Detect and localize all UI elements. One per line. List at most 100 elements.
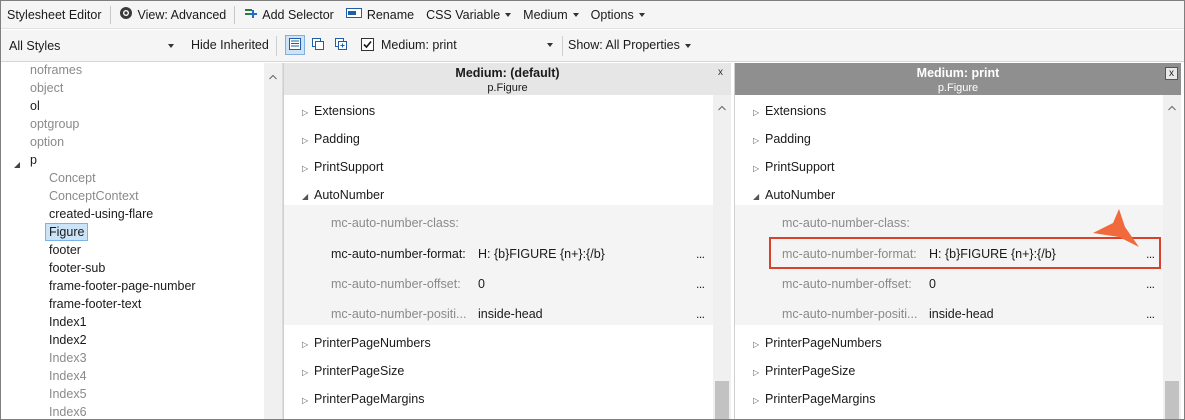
category-row-expanded[interactable]: ◢ AutoNumber: [753, 185, 835, 205]
property-value[interactable]: inside-head: [478, 304, 543, 324]
tree-scrollbar[interactable]: [264, 63, 282, 419]
category-row[interactable]: ▷ PrintSupport: [302, 157, 383, 177]
panel-header: Medium: (default) p.Figure x: [284, 63, 731, 95]
scrollbar-thumb[interactable]: [1165, 381, 1179, 419]
options-menu[interactable]: Options: [585, 1, 651, 29]
tree-item[interactable]: Index6: [49, 403, 87, 419]
tree-item[interactable]: p: [30, 151, 37, 169]
panel-header: Medium: print p.Figure x: [735, 63, 1181, 95]
close-panel-button[interactable]: x: [714, 67, 727, 80]
expanded-arrow-icon[interactable]: [13, 158, 21, 172]
medium-menu[interactable]: Medium: [517, 1, 584, 29]
panel-scrollbar[interactable]: [1163, 95, 1181, 419]
chevron-down-icon: [168, 44, 174, 48]
property-name: mc-auto-number-class:: [782, 216, 910, 230]
chevron-down-icon: [638, 13, 645, 17]
hide-inherited-button[interactable]: Hide Inherited: [191, 38, 269, 52]
tree-item[interactable]: noframes: [30, 63, 82, 79]
category-row[interactable]: ▷ Padding: [753, 129, 811, 149]
tree-item[interactable]: ol: [30, 97, 40, 115]
single-panel-view-button[interactable]: [285, 35, 305, 55]
tree-item[interactable]: option: [30, 133, 64, 151]
property-name: mc-auto-number-offset:: [782, 277, 912, 291]
tree-item[interactable]: frame-footer-text: [49, 295, 141, 313]
category-row-expanded[interactable]: ◢ AutoNumber: [302, 185, 384, 205]
add-selector-icon: [243, 6, 258, 23]
tree-item[interactable]: Index1: [49, 313, 87, 331]
scroll-up-icon[interactable]: [1168, 100, 1176, 114]
category-label: AutoNumber: [765, 188, 836, 202]
rename-button[interactable]: Rename: [340, 1, 420, 29]
collapsed-arrow-icon: ▷: [302, 108, 309, 117]
property-edit-button[interactable]: ...: [1146, 274, 1155, 294]
collapsed-arrow-icon: ▷: [302, 368, 309, 377]
chevron-down-icon: [684, 43, 691, 48]
toolbar-separator: [562, 36, 563, 56]
category-row[interactable]: ▷ PrinterPageSize: [753, 361, 855, 381]
category-row[interactable]: ▷ PrinterPageNumbers: [753, 333, 882, 353]
category-row[interactable]: ▷ Extensions: [302, 101, 375, 121]
tree-item[interactable]: object: [30, 79, 63, 97]
show-properties-menu[interactable]: Show: All Properties: [568, 38, 691, 52]
collapsed-arrow-icon: ▷: [302, 396, 309, 405]
property-value[interactable]: inside-head: [929, 304, 994, 324]
panel-scrollbar[interactable]: [713, 95, 731, 419]
property-name: mc-auto-number-positi...: [782, 307, 918, 321]
category-label: PrinterPageSize: [314, 364, 405, 378]
tree-item[interactable]: footer: [49, 241, 81, 259]
tree-item[interactable]: Figure: [45, 223, 89, 241]
property-edit-button[interactable]: ...: [696, 274, 705, 294]
add-panel-button[interactable]: [331, 35, 351, 55]
category-row[interactable]: ▷ Padding: [302, 129, 360, 149]
scrollbar-thumb[interactable]: [715, 381, 729, 419]
scroll-up-icon[interactable]: [269, 69, 277, 83]
category-label: PrintSupport: [765, 160, 835, 174]
tree-item[interactable]: frame-footer-page-number: [49, 277, 196, 295]
property-value[interactable]: 0: [929, 274, 936, 294]
scroll-up-icon[interactable]: [718, 100, 726, 114]
property-value[interactable]: H: {b}FIGURE {n+}:{/b}: [478, 244, 605, 264]
compare-panels-button[interactable]: [308, 35, 328, 55]
collapsed-arrow-icon: ▷: [302, 340, 309, 349]
property-name: mc-auto-number-format:: [331, 247, 466, 261]
property-edit-button[interactable]: ...: [696, 304, 705, 324]
panel-selector: p.Figure: [487, 82, 528, 94]
properties-list: ▷ Extensions ▷ Padding ▷ PrintSupport ◢ AutoNum…: [284, 95, 731, 419]
collapsed-arrow-icon: ▷: [753, 108, 760, 117]
property-edit-button[interactable]: ...: [1146, 304, 1155, 324]
tree-item[interactable]: ConceptContext: [49, 187, 139, 205]
category-label: AutoNumber: [314, 188, 385, 202]
property-edit-button[interactable]: ...: [696, 244, 705, 264]
property-value[interactable]: 0: [478, 274, 485, 294]
tree-item[interactable]: Index2: [49, 331, 87, 349]
close-panel-button[interactable]: x: [1165, 67, 1178, 80]
add-selector-button[interactable]: Add Selector: [237, 1, 340, 29]
property-name: mc-auto-number-class:: [331, 216, 459, 230]
css-variable-label: CSS Variable: [426, 7, 501, 22]
selector-tree[interactable]: noframes object ol optgroup option p Concept Co…: [1, 63, 283, 419]
collapsed-arrow-icon: ▷: [302, 136, 309, 145]
tree-item[interactable]: optgroup: [30, 115, 79, 133]
options-label: Options: [590, 7, 634, 22]
tree-item[interactable]: created-using-flare: [49, 205, 153, 223]
category-row[interactable]: ▷ Extensions: [753, 101, 826, 121]
styles-filter-value: All Styles: [9, 38, 61, 53]
category-row[interactable]: ▷ PrinterPageMargins: [302, 389, 424, 409]
rename-icon: [345, 7, 362, 22]
view-advanced-button[interactable]: View: Advanced: [113, 1, 233, 29]
tree-item[interactable]: footer-sub: [49, 259, 105, 277]
view-advanced-label: View: Advanced: [137, 7, 227, 22]
category-row[interactable]: ▷ PrintSupport: [753, 157, 834, 177]
css-variable-menu[interactable]: CSS Variable: [420, 1, 517, 29]
category-row[interactable]: ▷ PrinterPageSize: [302, 361, 404, 381]
tree-item[interactable]: Index5: [49, 385, 87, 403]
category-label: PrinterPageSize: [765, 364, 856, 378]
category-row[interactable]: ▷ PrinterPageMargins: [753, 389, 875, 409]
styles-filter-select[interactable]: All Styles: [4, 36, 180, 55]
category-row[interactable]: ▷ PrinterPageNumbers: [302, 333, 431, 353]
medium-checkbox[interactable]: [361, 38, 374, 51]
tree-item[interactable]: Index4: [49, 367, 87, 385]
expanded-arrow-icon: ◢: [753, 192, 760, 201]
tree-item[interactable]: Index3: [49, 349, 87, 367]
tree-item[interactable]: Concept: [49, 169, 96, 187]
